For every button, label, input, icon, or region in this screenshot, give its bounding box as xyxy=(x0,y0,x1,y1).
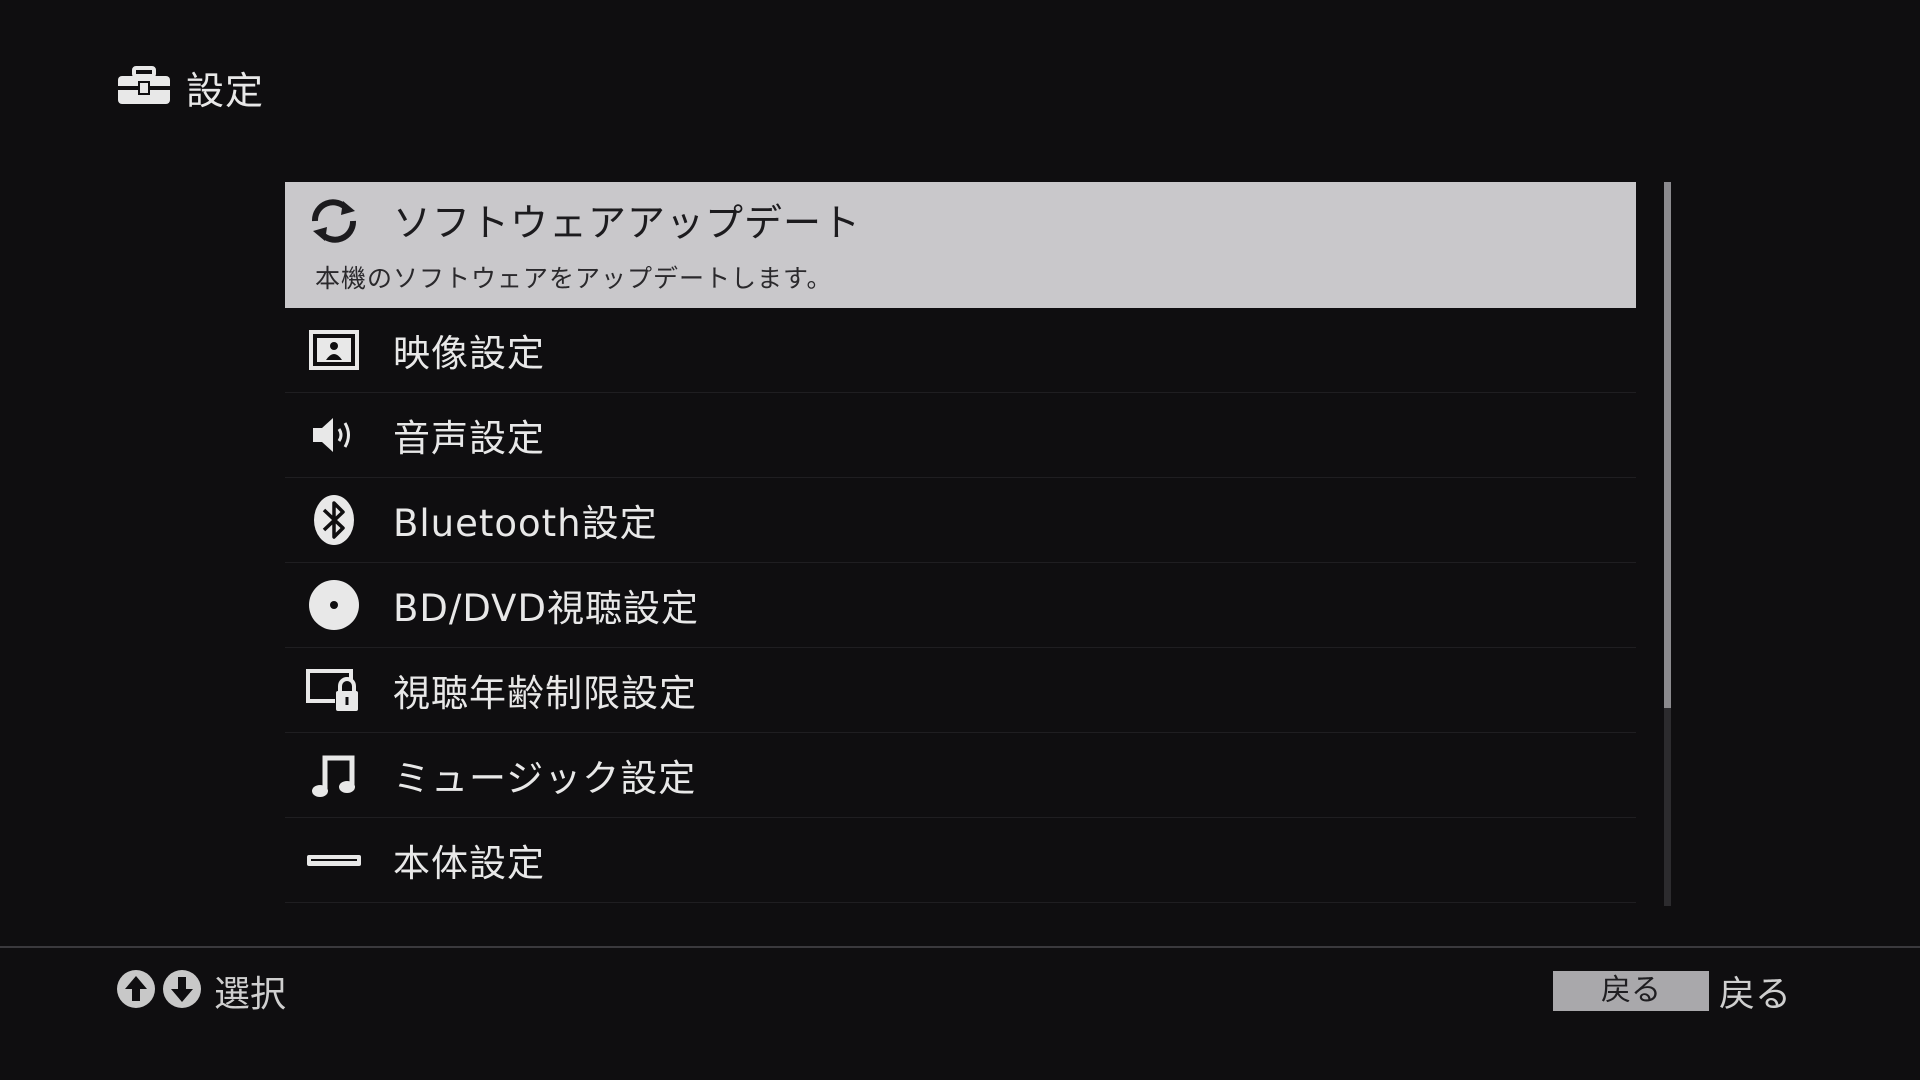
menu-item-label: 音声設定 xyxy=(393,417,545,460)
back-hint-label: 戻る xyxy=(1719,974,1792,1015)
settings-menu: ソフトウェアアップデート 本機のソフトウェアをアップデートします。 映像設定 音… xyxy=(285,182,1636,903)
scrollbar-thumb[interactable] xyxy=(1664,182,1671,708)
scrollbar[interactable] xyxy=(1664,182,1671,906)
menu-item-video-settings[interactable]: 映像設定 xyxy=(285,308,1636,393)
menu-item-bluetooth-settings[interactable]: Bluetooth設定 xyxy=(285,478,1636,563)
speaker-icon xyxy=(305,406,363,464)
menu-item-bd-dvd-settings[interactable]: BD/DVD視聴設定 xyxy=(285,563,1636,648)
menu-item-parental-settings[interactable]: 視聴年齢制限設定 xyxy=(285,648,1636,733)
menu-item-music-settings[interactable]: ミュージック設定 xyxy=(285,733,1636,818)
menu-item-software-update[interactable]: ソフトウェアアップデート 本機のソフトウェアをアップデートします。 xyxy=(285,182,1636,308)
toolbox-icon xyxy=(116,65,172,110)
footer-divider xyxy=(0,946,1920,948)
menu-item-system-settings[interactable]: 本体設定 xyxy=(285,818,1636,903)
page-title: 設定 xyxy=(186,69,265,113)
menu-item-label: 映像設定 xyxy=(393,332,545,375)
refresh-icon xyxy=(305,192,363,250)
footer-back-hint: 戻る 戻る xyxy=(1553,965,1791,1017)
menu-item-label: ソフトウェアアップデート xyxy=(393,201,862,245)
back-button[interactable]: 戻る xyxy=(1553,971,1709,1011)
menu-item-label: Bluetooth設定 xyxy=(393,502,658,545)
disc-icon xyxy=(305,576,363,634)
device-icon xyxy=(305,831,363,889)
footer-select-hint: 選択 xyxy=(116,965,286,1017)
menu-item-label: ミュージック設定 xyxy=(393,757,697,800)
parental-lock-icon xyxy=(305,661,363,719)
page-header: 設定 xyxy=(116,60,264,115)
music-note-icon xyxy=(305,746,363,804)
menu-item-label: BD/DVD視聴設定 xyxy=(393,587,699,630)
arrow-up-icon xyxy=(116,969,156,1013)
bluetooth-icon xyxy=(305,491,363,549)
menu-item-description: 本機のソフトウェアをアップデートします。 xyxy=(315,264,833,293)
menu-item-audio-settings[interactable]: 音声設定 xyxy=(285,393,1636,478)
menu-item-label: 本体設定 xyxy=(393,842,545,885)
menu-item-label: 視聴年齢制限設定 xyxy=(393,672,697,715)
arrow-down-icon xyxy=(162,969,202,1013)
picture-icon xyxy=(305,321,363,379)
select-hint-label: 選択 xyxy=(214,974,287,1015)
